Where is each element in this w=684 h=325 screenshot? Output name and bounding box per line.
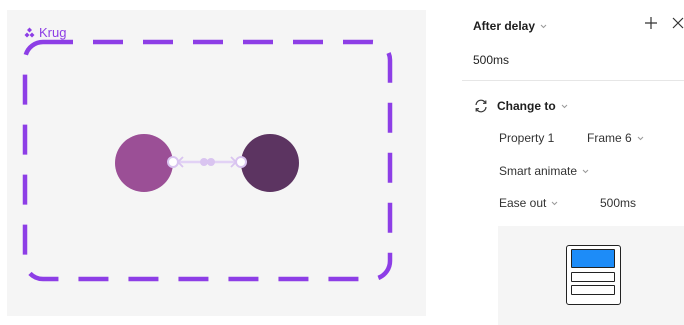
delay-value: 500ms	[473, 53, 510, 67]
plus-icon	[645, 17, 657, 29]
preview-line	[571, 285, 615, 295]
chevron-down-icon	[551, 200, 558, 207]
duration-field[interactable]: 500ms	[600, 196, 636, 210]
interaction-panel: After delay 500ms Change to Property 1 F…	[462, 0, 684, 325]
prototype-canvas[interactable]: Krug	[7, 10, 426, 316]
close-icon	[672, 17, 684, 29]
delay-value-field[interactable]: 500ms	[473, 53, 509, 67]
property-name: Property 1	[499, 131, 554, 145]
frame-outline	[22, 39, 393, 282]
chevron-down-icon	[561, 103, 568, 110]
right-circle[interactable]	[241, 134, 299, 192]
animation-preview	[498, 226, 684, 325]
refresh-icon	[473, 98, 489, 114]
property-name-label: Property 1	[499, 131, 555, 145]
divider	[462, 80, 684, 81]
preview-frame-icon	[566, 245, 621, 305]
prototype-connector[interactable]	[167, 156, 247, 168]
chevron-down-icon	[637, 135, 644, 142]
chevron-down-icon	[582, 168, 589, 175]
animation-dropdown[interactable]: Smart animate	[499, 164, 589, 178]
duration-value: 500ms	[600, 196, 637, 210]
chevron-down-icon	[540, 23, 547, 30]
add-interaction-button[interactable]	[644, 16, 658, 32]
action-label: Change to	[497, 99, 556, 113]
property-value-label: Frame 6	[587, 131, 632, 145]
preview-highlight-block	[571, 249, 615, 268]
close-button[interactable]	[672, 16, 684, 32]
left-circle[interactable]	[115, 134, 173, 192]
property-value-dropdown[interactable]: Frame 6	[587, 131, 644, 145]
preview-line	[571, 272, 615, 282]
animation-label: Smart animate	[499, 164, 578, 178]
trigger-dropdown[interactable]: After delay	[473, 19, 547, 33]
trigger-label: After delay	[473, 19, 536, 33]
easing-label: Ease out	[499, 196, 547, 210]
action-dropdown[interactable]: Change to	[473, 98, 568, 114]
easing-dropdown[interactable]: Ease out	[499, 196, 558, 210]
